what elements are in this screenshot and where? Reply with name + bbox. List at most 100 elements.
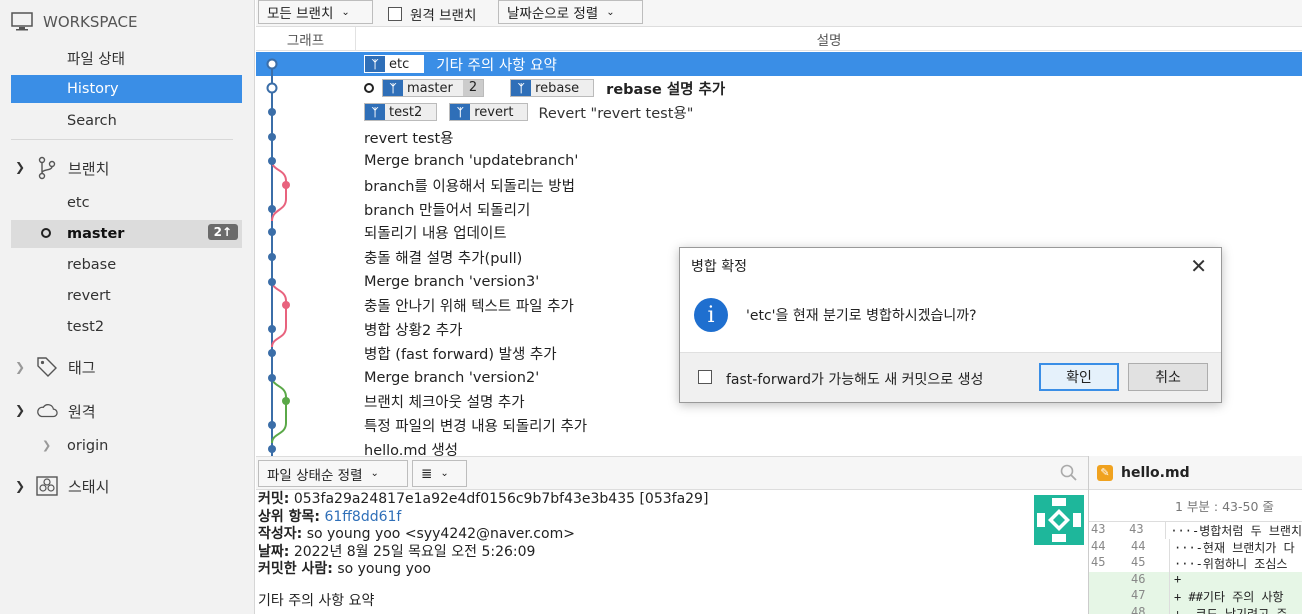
chevron-down-icon: ⌄ <box>606 6 615 18</box>
branch-tag[interactable]: ᛉ test2 <box>364 103 438 121</box>
chevron-down-icon[interactable]: ❯ <box>15 479 25 493</box>
commit-details: 커밋: 053fa29a24817e1a92e4df0156c9b7bf43e3… <box>256 491 1088 614</box>
author-label: 작성자: <box>258 526 303 542</box>
sidebar-item-history[interactable]: History <box>11 75 242 103</box>
diff-hunk-header: 1 부분 : 43-50 줄 <box>1089 490 1302 522</box>
tag-icon <box>36 356 58 378</box>
branch-tag-label: master <box>407 80 453 96</box>
branch-tag[interactable]: ᛉ rebase <box>510 79 595 97</box>
close-icon[interactable]: ✕ <box>1190 254 1207 278</box>
ok-button[interactable]: 확인 <box>1039 363 1119 391</box>
modified-file-icon: ✎ <box>1097 464 1113 481</box>
chevron-right-icon[interactable]: ❯ <box>15 360 25 374</box>
remote-branch-toggle[interactable]: 원격 브랜치 <box>388 4 476 24</box>
branch-tag-label: test2 <box>389 104 423 120</box>
commit-row[interactable]: 특정 파일의 변경 내용 되돌리기 추가 <box>256 413 1302 437</box>
commit-row[interactable]: branch 만들어서 되돌리기 <box>256 197 1302 221</box>
sort-dropdown[interactable]: 날짜순으로 정렬 ⌄ <box>498 0 643 24</box>
diff-line-added: 47 + ##기타 주의 사항 <box>1089 588 1302 605</box>
commit-message: Merge branch 'updatebranch' <box>364 153 579 169</box>
branches-header[interactable]: 브랜치 <box>36 153 109 183</box>
graph-column-header[interactable]: 그래프 <box>256 27 356 51</box>
diff-code: ···-현재 브랜치가 다 <box>1169 538 1302 555</box>
new-line-number: 43 <box>1129 522 1144 536</box>
sidebar-item-label: 파일 상태 <box>67 51 125 68</box>
committer-label: 커밋한 사람: <box>258 561 333 577</box>
branch-tag-label: etc <box>389 56 410 72</box>
commit-graph <box>266 58 290 456</box>
column-headers: 그래프 설명 <box>256 27 1302 51</box>
commit-row[interactable]: Merge branch 'updatebranch' <box>256 149 1302 173</box>
branches-label: 브랜치 <box>68 159 110 178</box>
view-mode-dropdown[interactable]: ≣ ⌄ <box>412 460 467 487</box>
remote-branch-checkbox[interactable] <box>388 7 402 21</box>
commit-row[interactable]: ᛉ master 2 ᛉ rebase rebase 설명 추가 <box>256 76 1302 100</box>
branch-tag[interactable]: ᛉ etc <box>364 55 425 73</box>
sidebar-item-search[interactable]: Search <box>11 107 242 135</box>
commit-message: Revert "revert test용" <box>538 105 694 122</box>
chevron-down-icon[interactable]: ❯ <box>15 160 25 174</box>
new-line-number: 44 <box>1131 538 1146 553</box>
commit-row[interactable]: ᛉ test2 ᛉ revert Revert "revert test용" <box>256 100 1302 124</box>
stash-label: 스태시 <box>68 477 110 496</box>
sidebar-item-label: Search <box>67 113 117 129</box>
diff-file-header[interactable]: ✎ hello.md <box>1089 456 1302 490</box>
old-line-number: 45 <box>1091 555 1106 569</box>
branch-filter-label: 모든 브랜치 <box>267 6 334 22</box>
date-label: 날짜: <box>258 543 290 560</box>
new-commit-checkbox[interactable] <box>698 370 712 384</box>
search-icon[interactable] <box>1060 464 1078 486</box>
description-column-header[interactable]: 설명 <box>356 27 1302 51</box>
tags-header[interactable]: 태그 <box>36 352 96 382</box>
parent-label: 상위 항목: <box>258 508 320 525</box>
avatar <box>1034 495 1084 545</box>
workspace-label: WORKSPACE <box>43 13 138 31</box>
info-icon: i <box>694 298 728 332</box>
sidebar-item-file-status[interactable]: 파일 상태 <box>11 44 242 72</box>
commit-row[interactable]: revert test용 <box>256 125 1302 149</box>
diff-line-added: 46 + <box>1089 571 1302 588</box>
diff-code: + ##기타 주의 사항 <box>1169 588 1302 605</box>
new-commit-checkbox-label[interactable]: fast-forward가 가능해도 새 커밋으로 생성 <box>726 369 983 389</box>
commit-message: Merge branch 'version3' <box>364 274 540 290</box>
file-sort-dropdown[interactable]: 파일 상태순 정렬 ⌄ <box>258 460 408 487</box>
sidebar-item-remote-origin[interactable]: origin <box>11 432 242 460</box>
date-value: 2022년 8월 25일 목요일 오전 5:26:09 <box>293 543 536 560</box>
dialog-message: 'etc'을 현재 분기로 병합하시겠습니까? <box>746 308 977 324</box>
stash-header[interactable]: 스태시 <box>36 471 109 501</box>
sidebar-item-branch-master[interactable]: master 2↑ <box>11 220 242 248</box>
commit-label: 커밋: <box>258 491 290 507</box>
commit-row[interactable]: branch를 이용해서 되돌리는 방법 <box>256 173 1302 197</box>
ahead-count: 2 <box>462 80 484 96</box>
commit-row[interactable]: hello.md 생성 <box>256 437 1302 457</box>
sidebar-divider <box>11 139 233 140</box>
commit-message: 특정 파일의 변경 내용 되돌리기 추가 <box>364 418 588 435</box>
diff-pane: ✎ hello.md 1 부분 : 43-50 줄 43 43 ···-병합처럼 두… <box>1088 456 1302 614</box>
sidebar-item-branch-etc[interactable]: etc <box>11 189 242 217</box>
diff-filename: hello.md <box>1121 464 1190 481</box>
branch-filter-dropdown[interactable]: 모든 브랜치 ⌄ <box>258 0 373 24</box>
commit-row[interactable]: 되돌리기 내용 업데이트 <box>256 220 1302 244</box>
old-line-number: 44 <box>1091 538 1106 553</box>
dialog-title: 병합 확정 <box>691 259 747 275</box>
branch-tag[interactable]: ᛉ revert <box>449 103 529 121</box>
sidebar-item-branch-test2[interactable]: test2 <box>11 313 242 341</box>
dialog-footer: fast-forward가 가능해도 새 커밋으로 생성 확인 취소 <box>680 352 1221 402</box>
commit-message: rebase 설명 추가 <box>606 81 726 98</box>
commit-row[interactable]: ᛉ etc 기타 주의 사항 요약 <box>256 52 1302 76</box>
sidebar-item-branch-revert[interactable]: revert <box>11 282 242 310</box>
branch-label: master <box>67 226 125 242</box>
branch-icon <box>36 156 58 180</box>
chevron-down-icon: ⌄ <box>341 6 350 18</box>
remotes-header[interactable]: 원격 <box>36 396 96 426</box>
sidebar-item-branch-rebase[interactable]: rebase <box>11 251 242 279</box>
new-line-number: 47 <box>1131 588 1146 602</box>
branch-icon: ᛉ <box>383 80 403 96</box>
chevron-down-icon[interactable]: ❯ <box>15 403 25 417</box>
remotes-label: 원격 <box>68 402 96 421</box>
cancel-button[interactable]: 취소 <box>1128 363 1208 391</box>
parent-link[interactable]: 61ff8dd61f <box>324 509 401 525</box>
tags-label: 태그 <box>68 358 96 377</box>
branch-tag[interactable]: ᛉ master 2 <box>382 79 485 97</box>
commit-full-message: 기타 주의 사항 요약 <box>258 592 375 609</box>
